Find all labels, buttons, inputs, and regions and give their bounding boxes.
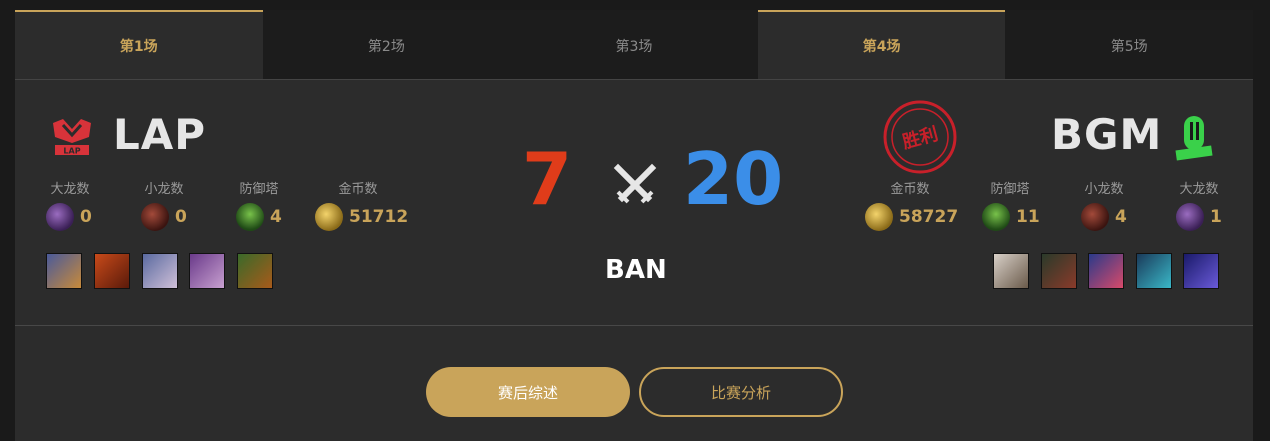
baron-icon: [1176, 203, 1204, 231]
left-stat-tower: 4: [236, 203, 282, 231]
tower-icon: [982, 203, 1010, 231]
game-tabs: 第1场 第2场 第3场 第4场 第5场: [15, 10, 1253, 80]
right-team-name: BGM: [1051, 110, 1163, 159]
section-divider: [15, 325, 1253, 326]
bgm-logo: [1170, 114, 1218, 168]
right-stat-dragon: 4: [1081, 203, 1127, 231]
right-stat-tower: 11: [982, 203, 1040, 231]
right-tower-count: 11: [1016, 207, 1040, 227]
gold-icon: [865, 203, 893, 231]
right-stat-label-baron: 大龙数: [1179, 182, 1219, 197]
right-baron-count: 1: [1210, 207, 1222, 227]
left-champion-2[interactable]: [94, 253, 130, 289]
left-champion-1[interactable]: [46, 253, 82, 289]
right-stat-gold: 58727: [865, 203, 958, 231]
left-gold-count: 51712: [349, 207, 409, 227]
tab-game-3[interactable]: 第3场: [510, 10, 758, 80]
right-champion-4[interactable]: [1136, 253, 1172, 289]
left-stat-baron: 0: [46, 203, 92, 231]
left-champion-4[interactable]: [189, 253, 225, 289]
right-dragon-count: 4: [1115, 207, 1127, 227]
left-stat-dragon: 0: [141, 203, 187, 231]
right-champion-2[interactable]: [1041, 253, 1077, 289]
tab-divider: [15, 79, 1253, 80]
analysis-button[interactable]: 比赛分析: [639, 367, 843, 417]
left-stat-gold: 51712: [315, 203, 408, 231]
left-champion-3[interactable]: [142, 253, 178, 289]
right-stat-label-tower: 防御塔: [990, 182, 1030, 197]
left-team-name: LAP: [113, 110, 207, 159]
left-baron-count: 0: [80, 207, 92, 227]
ban-label: BAN: [605, 255, 667, 285]
dragon-icon: [1081, 203, 1109, 231]
right-stat-baron: 1: [1176, 203, 1222, 231]
svg-text:胜利: 胜利: [900, 123, 940, 154]
match-panel: 第1场 第2场 第3场 第4场 第5场 LAP LAP 大龙数 小龙数 防御塔 …: [15, 10, 1253, 441]
right-champion-1[interactable]: [993, 253, 1029, 289]
left-dragon-count: 0: [175, 207, 187, 227]
right-score: 20: [683, 137, 784, 221]
right-champion-5[interactable]: [1183, 253, 1219, 289]
gold-icon: [315, 203, 343, 231]
tower-icon: [236, 203, 264, 231]
right-gold-count: 58727: [899, 207, 959, 227]
summary-button[interactable]: 赛后综述: [426, 367, 630, 417]
left-stat-label-dragon: 小龙数: [144, 182, 184, 197]
left-tower-count: 4: [270, 207, 282, 227]
lap-logo: LAP: [49, 115, 95, 161]
tab-game-1[interactable]: 第1场: [15, 10, 263, 80]
left-stat-label-tower: 防御塔: [239, 182, 279, 197]
left-stat-label-gold: 金币数: [338, 182, 378, 197]
left-score: 7: [522, 137, 573, 221]
right-champion-3[interactable]: [1088, 253, 1124, 289]
tab-game-4[interactable]: 第4场: [757, 10, 1006, 80]
right-stat-label-dragon: 小龙数: [1084, 182, 1124, 197]
left-stat-label-baron: 大龙数: [50, 182, 90, 197]
win-stamp: 胜利: [881, 98, 959, 180]
left-champion-5[interactable]: [237, 253, 273, 289]
dragon-icon: [141, 203, 169, 231]
svg-text:LAP: LAP: [63, 147, 80, 156]
right-stat-label-gold: 金币数: [890, 182, 930, 197]
crossed-swords-icon: [612, 162, 658, 212]
baron-icon: [46, 203, 74, 231]
tab-game-2[interactable]: 第2场: [263, 10, 511, 80]
tab-game-5[interactable]: 第5场: [1005, 10, 1253, 80]
